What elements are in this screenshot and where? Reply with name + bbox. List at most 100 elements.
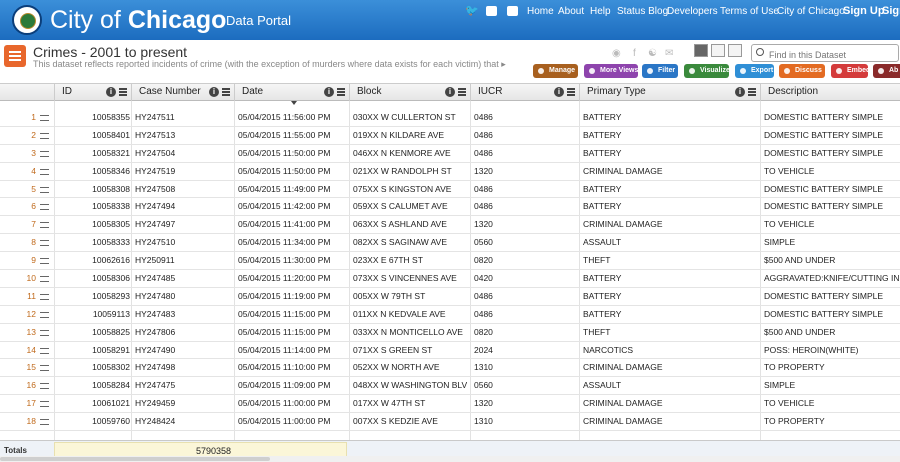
nav-sign-in[interactable]: Sign [882, 5, 900, 17]
cell-block[interactable]: 052XX W NORTH AVE [353, 359, 467, 377]
cell-primary-type[interactable]: CRIMINAL DAMAGE [583, 216, 755, 234]
row-menu-icon[interactable] [40, 419, 49, 426]
table-row[interactable]: 4 10058346 HY247519 05/04/2015 11:50:00 PM 0… [0, 163, 900, 181]
cell-id[interactable]: 10058305 [56, 216, 130, 234]
cell-id[interactable]: 10059760 [56, 413, 130, 431]
cell-case-number[interactable]: HY247508 [135, 181, 231, 199]
column-info-icon[interactable]: i [209, 87, 219, 97]
col-iucr[interactable]: IUCR i [470, 84, 579, 101]
cell-primary-type[interactable]: BATTERY [583, 288, 755, 306]
table-row[interactable]: 11 10058293 HY247480 05/04/2015 11:19:00 PM… [0, 288, 900, 306]
sort-descending-icon[interactable] [291, 101, 297, 105]
nav-developers[interactable]: Developers [667, 6, 718, 17]
table-row[interactable]: 15 10058302 HY247498 05/04/2015 11:10:00 PM… [0, 359, 900, 378]
cell-block[interactable]: 059XX S CALUMET AVE [353, 198, 467, 216]
cell-date[interactable]: 05/04/2015 11:55:00 PM [238, 127, 348, 145]
cell-date[interactable]: 05/04/2015 11:56:00 PM [238, 109, 348, 127]
cell-date[interactable]: 05/04/2015 11:50:00 PM [238, 145, 348, 163]
cell-date[interactable]: 05/04/2015 11:15:00 PM [238, 306, 348, 324]
table-view-icon[interactable] [694, 44, 708, 57]
cell-iucr[interactable]: 1310 [474, 359, 574, 377]
table-row[interactable]: 9 10062616 HY250911 05/04/2015 11:30:00 PM 0… [0, 252, 900, 271]
cell-case-number[interactable]: HY247510 [135, 234, 231, 252]
column-menu-icon[interactable] [337, 88, 345, 96]
cell-block[interactable]: 005XX W 79TH ST [353, 288, 467, 306]
cell-case-number[interactable]: HY247504 [135, 145, 231, 163]
column-menu-icon[interactable] [458, 88, 466, 96]
cell-iucr[interactable]: 0486 [474, 145, 574, 163]
cell-block[interactable]: 030XX W CULLERTON ST [353, 109, 467, 127]
nav-terms[interactable]: Terms of Use [720, 6, 779, 17]
cell-block[interactable]: 011XX N KEDVALE AVE [353, 306, 467, 324]
cell-id[interactable]: 10058293 [56, 288, 130, 306]
cell-case-number[interactable]: HY249459 [135, 395, 231, 413]
cell-description[interactable]: TO VEHICLE [764, 395, 900, 413]
cell-block[interactable]: 082XX S SAGINAW AVE [353, 234, 467, 252]
cell-date[interactable]: 05/04/2015 11:42:00 PM [238, 198, 348, 216]
twitter-share-icon[interactable]: ☯ [648, 48, 657, 59]
column-info-icon[interactable]: i [554, 87, 564, 97]
cell-date[interactable]: 05/04/2015 11:30:00 PM [238, 252, 348, 270]
row-menu-icon[interactable] [40, 204, 49, 211]
column-menu-icon[interactable] [119, 88, 127, 96]
cell-iucr[interactable]: 0486 [474, 198, 574, 216]
cell-case-number[interactable]: HY247490 [135, 342, 231, 360]
row-menu-icon[interactable] [40, 258, 49, 265]
cell-id[interactable]: 10058321 [56, 145, 130, 163]
about-button[interactable]: Ab [873, 64, 900, 78]
cell-iucr[interactable]: 0486 [474, 288, 574, 306]
cell-id[interactable]: 10058338 [56, 198, 130, 216]
row-menu-icon[interactable] [40, 132, 49, 139]
cell-id[interactable]: 10058308 [56, 181, 130, 199]
row-menu-icon[interactable] [40, 401, 49, 408]
cell-description[interactable]: DOMESTIC BATTERY SIMPLE [764, 127, 900, 145]
cell-iucr[interactable]: 2024 [474, 342, 574, 360]
mail-icon[interactable] [507, 6, 518, 16]
row-menu-icon[interactable] [40, 383, 49, 390]
col-date[interactable]: Date i [234, 84, 349, 101]
scrollbar-thumb[interactable] [0, 457, 270, 461]
cell-case-number[interactable]: HY247483 [135, 306, 231, 324]
cell-primary-type[interactable]: ASSAULT [583, 234, 755, 252]
column-info-icon[interactable]: i [445, 87, 455, 97]
visualize-button[interactable]: Visualize [684, 64, 730, 78]
cell-description[interactable]: SIMPLE [764, 234, 900, 252]
rss-icon[interactable] [486, 6, 497, 16]
cell-iucr[interactable]: 0486 [474, 181, 574, 199]
table-row[interactable]: 10 10058306 HY247485 05/04/2015 11:20:00 PM… [0, 270, 900, 288]
list-view-icon[interactable] [711, 44, 725, 57]
cell-id[interactable]: 10062616 [56, 252, 130, 270]
cell-case-number[interactable]: HY250911 [135, 252, 231, 270]
cell-id[interactable]: 10058306 [56, 270, 130, 288]
cell-primary-type[interactable]: THEFT [583, 324, 755, 342]
nav-status-blog[interactable]: Status Blog [617, 6, 668, 17]
cell-primary-type[interactable]: BATTERY [583, 181, 755, 199]
nav-about[interactable]: About [558, 6, 584, 17]
cell-case-number[interactable]: HY247485 [135, 270, 231, 288]
column-menu-icon[interactable] [748, 88, 756, 96]
cell-description[interactable]: DOMESTIC BATTERY SIMPLE [764, 198, 900, 216]
cell-block[interactable]: 063XX S ASHLAND AVE [353, 216, 467, 234]
cell-block[interactable]: 046XX N KENMORE AVE [353, 145, 467, 163]
cell-id[interactable]: 10059113 [56, 306, 130, 324]
cell-primary-type[interactable]: NARCOTICS [583, 342, 755, 360]
table-row[interactable]: 5 10058308 HY247508 05/04/2015 11:49:00 PM 0… [0, 181, 900, 199]
export-button[interactable]: Export [735, 64, 774, 78]
table-row[interactable]: 2 10058401 HY247513 05/04/2015 11:55:00 PM 0… [0, 127, 900, 145]
site-logo[interactable]: City of Chicago [50, 6, 226, 34]
cell-description[interactable]: DOMESTIC BATTERY SIMPLE [764, 181, 900, 199]
cell-iucr[interactable]: 0420 [474, 270, 574, 288]
row-menu-icon[interactable] [40, 222, 49, 229]
cell-date[interactable]: 05/04/2015 11:00:00 PM [238, 395, 348, 413]
cell-block[interactable]: 007XX S KEDZIE AVE [353, 413, 467, 431]
row-menu-icon[interactable] [40, 276, 49, 283]
page-view-icon[interactable] [728, 44, 742, 57]
more-views-button[interactable]: More Views [584, 64, 638, 78]
column-menu-icon[interactable] [222, 88, 230, 96]
cell-case-number[interactable]: HY247497 [135, 216, 231, 234]
cell-date[interactable]: 05/04/2015 11:10:00 PM [238, 359, 348, 377]
nav-home[interactable]: Home [527, 6, 554, 17]
cell-iucr[interactable]: 0560 [474, 234, 574, 252]
table-row[interactable]: 8 10058333 HY247510 05/04/2015 11:34:00 PM 0… [0, 234, 900, 253]
cell-case-number[interactable]: HY247494 [135, 198, 231, 216]
